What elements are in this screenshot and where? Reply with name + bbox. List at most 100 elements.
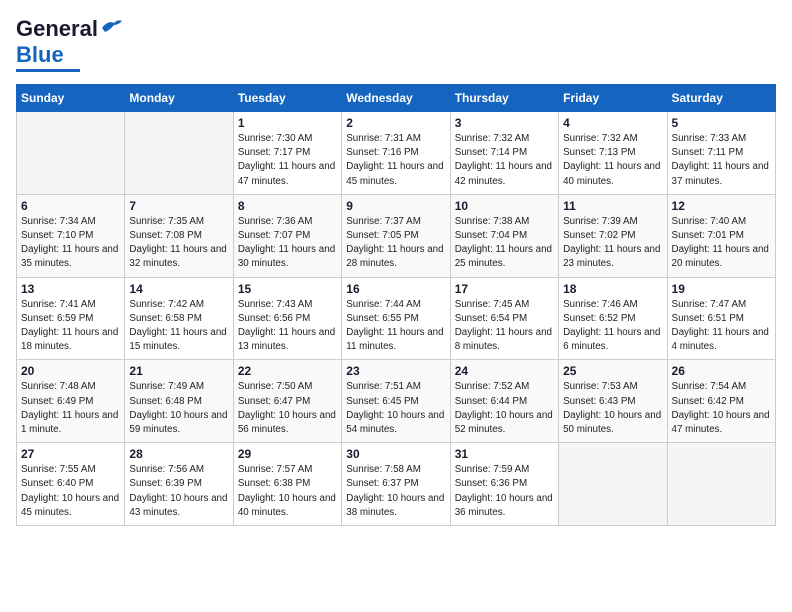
calendar-cell: 22 Sunrise: 7:50 AM Sunset: 6:47 PM Dayli…	[233, 360, 341, 443]
calendar-cell: 10 Sunrise: 7:38 AM Sunset: 7:04 PM Dayli…	[450, 194, 558, 277]
calendar-cell: 19 Sunrise: 7:47 AM Sunset: 6:51 PM Dayli…	[667, 277, 775, 360]
col-header-sunday: Sunday	[17, 85, 125, 112]
day-detail: Sunrise: 7:45 AM Sunset: 6:54 PM Dayligh…	[455, 298, 554, 355]
calendar-cell: 26 Sunrise: 7:54 AM Sunset: 6:42 PM Dayli…	[667, 360, 775, 443]
day-detail: Sunrise: 7:39 AM Sunset: 7:02 PM Dayligh…	[563, 215, 662, 272]
day-number: 13	[21, 282, 120, 296]
day-detail: Sunrise: 7:42 AM Sunset: 6:58 PM Dayligh…	[129, 298, 228, 355]
day-number: 26	[672, 364, 771, 378]
calendar-cell: 20 Sunrise: 7:48 AM Sunset: 6:49 PM Dayli…	[17, 360, 125, 443]
logo-general: General	[16, 16, 98, 42]
day-number: 23	[346, 364, 445, 378]
day-detail: Sunrise: 7:58 AM Sunset: 6:37 PM Dayligh…	[346, 463, 445, 520]
day-detail: Sunrise: 7:46 AM Sunset: 6:52 PM Dayligh…	[563, 298, 662, 355]
day-detail: Sunrise: 7:50 AM Sunset: 6:47 PM Dayligh…	[238, 380, 337, 437]
day-detail: Sunrise: 7:54 AM Sunset: 6:42 PM Dayligh…	[672, 380, 771, 437]
col-header-friday: Friday	[559, 85, 667, 112]
day-number: 22	[238, 364, 337, 378]
day-number: 14	[129, 282, 228, 296]
day-number: 1	[238, 116, 337, 130]
day-detail: Sunrise: 7:36 AM Sunset: 7:07 PM Dayligh…	[238, 215, 337, 272]
calendar-cell: 28 Sunrise: 7:56 AM Sunset: 6:39 PM Dayli…	[125, 443, 233, 526]
calendar-cell: 21 Sunrise: 7:49 AM Sunset: 6:48 PM Dayli…	[125, 360, 233, 443]
day-number: 24	[455, 364, 554, 378]
day-detail: Sunrise: 7:44 AM Sunset: 6:55 PM Dayligh…	[346, 298, 445, 355]
calendar-cell: 24 Sunrise: 7:52 AM Sunset: 6:44 PM Dayli…	[450, 360, 558, 443]
day-detail: Sunrise: 7:59 AM Sunset: 6:36 PM Dayligh…	[455, 463, 554, 520]
day-number: 17	[455, 282, 554, 296]
day-detail: Sunrise: 7:55 AM Sunset: 6:40 PM Dayligh…	[21, 463, 120, 520]
calendar-cell: 13 Sunrise: 7:41 AM Sunset: 6:59 PM Dayli…	[17, 277, 125, 360]
day-number: 2	[346, 116, 445, 130]
calendar-cell: 23 Sunrise: 7:51 AM Sunset: 6:45 PM Dayli…	[342, 360, 450, 443]
calendar-cell: 31 Sunrise: 7:59 AM Sunset: 6:36 PM Dayli…	[450, 443, 558, 526]
day-number: 12	[672, 199, 771, 213]
day-number: 7	[129, 199, 228, 213]
day-detail: Sunrise: 7:49 AM Sunset: 6:48 PM Dayligh…	[129, 380, 228, 437]
calendar-cell: 5Sunrise: 7:33 AM Sunset: 7:11 PM Daylig…	[667, 112, 775, 195]
calendar-cell: 4 Sunrise: 7:32 AM Sunset: 7:13 PM Daylig…	[559, 112, 667, 195]
day-number: 19	[672, 282, 771, 296]
day-detail: Sunrise: 7:48 AM Sunset: 6:49 PM Dayligh…	[21, 380, 120, 437]
calendar-cell: 2 Sunrise: 7:31 AM Sunset: 7:16 PM Daylig…	[342, 112, 450, 195]
calendar-cell	[17, 112, 125, 195]
day-detail: Sunrise: 7:57 AM Sunset: 6:38 PM Dayligh…	[238, 463, 337, 520]
calendar-cell: 27Sunrise: 7:55 AM Sunset: 6:40 PM Dayli…	[17, 443, 125, 526]
calendar-cell	[667, 443, 775, 526]
calendar-cell	[125, 112, 233, 195]
calendar-cell: 29 Sunrise: 7:57 AM Sunset: 6:38 PM Dayli…	[233, 443, 341, 526]
day-number: 10	[455, 199, 554, 213]
calendar-cell: 15 Sunrise: 7:43 AM Sunset: 6:56 PM Dayli…	[233, 277, 341, 360]
calendar-cell: 17 Sunrise: 7:45 AM Sunset: 6:54 PM Dayli…	[450, 277, 558, 360]
day-number: 20	[21, 364, 120, 378]
col-header-saturday: Saturday	[667, 85, 775, 112]
calendar-cell	[559, 443, 667, 526]
day-detail: Sunrise: 7:40 AM Sunset: 7:01 PM Dayligh…	[672, 215, 771, 272]
day-detail: Sunrise: 7:31 AM Sunset: 7:16 PM Dayligh…	[346, 132, 445, 189]
day-number: 16	[346, 282, 445, 296]
calendar-cell: 18 Sunrise: 7:46 AM Sunset: 6:52 PM Dayli…	[559, 277, 667, 360]
day-number: 21	[129, 364, 228, 378]
day-detail: Sunrise: 7:33 AM Sunset: 7:11 PM Dayligh…	[672, 132, 771, 189]
day-detail: Sunrise: 7:37 AM Sunset: 7:05 PM Dayligh…	[346, 215, 445, 272]
calendar-table: SundayMondayTuesdayWednesdayThursdayFrid…	[16, 84, 776, 526]
day-number: 30	[346, 447, 445, 461]
calendar-cell: 14 Sunrise: 7:42 AM Sunset: 6:58 PM Dayli…	[125, 277, 233, 360]
day-number: 25	[563, 364, 662, 378]
day-number: 18	[563, 282, 662, 296]
calendar-cell: 30 Sunrise: 7:58 AM Sunset: 6:37 PM Dayli…	[342, 443, 450, 526]
day-number: 15	[238, 282, 337, 296]
day-number: 4	[563, 116, 662, 130]
day-number: 6	[21, 199, 120, 213]
calendar-cell: 7Sunrise: 7:35 AM Sunset: 7:08 PM Daylig…	[125, 194, 233, 277]
day-number: 29	[238, 447, 337, 461]
calendar-cell: 6 Sunrise: 7:34 AM Sunset: 7:10 PM Daylig…	[17, 194, 125, 277]
col-header-wednesday: Wednesday	[342, 85, 450, 112]
day-detail: Sunrise: 7:38 AM Sunset: 7:04 PM Dayligh…	[455, 215, 554, 272]
day-detail: Sunrise: 7:52 AM Sunset: 6:44 PM Dayligh…	[455, 380, 554, 437]
day-detail: Sunrise: 7:30 AM Sunset: 7:17 PM Dayligh…	[238, 132, 337, 189]
calendar-cell: 25 Sunrise: 7:53 AM Sunset: 6:43 PM Dayli…	[559, 360, 667, 443]
calendar-cell: 8Sunrise: 7:36 AM Sunset: 7:07 PM Daylig…	[233, 194, 341, 277]
page-header: General Blue	[16, 16, 776, 72]
day-detail: Sunrise: 7:56 AM Sunset: 6:39 PM Dayligh…	[129, 463, 228, 520]
day-detail: Sunrise: 7:32 AM Sunset: 7:14 PM Dayligh…	[455, 132, 554, 189]
day-number: 31	[455, 447, 554, 461]
day-detail: Sunrise: 7:53 AM Sunset: 6:43 PM Dayligh…	[563, 380, 662, 437]
day-detail: Sunrise: 7:34 AM Sunset: 7:10 PM Dayligh…	[21, 215, 120, 272]
col-header-tuesday: Tuesday	[233, 85, 341, 112]
day-detail: Sunrise: 7:43 AM Sunset: 6:56 PM Dayligh…	[238, 298, 337, 355]
day-detail: Sunrise: 7:47 AM Sunset: 6:51 PM Dayligh…	[672, 298, 771, 355]
logo-blue: Blue	[16, 42, 64, 68]
calendar-cell: 9 Sunrise: 7:37 AM Sunset: 7:05 PM Daylig…	[342, 194, 450, 277]
calendar-cell: 16 Sunrise: 7:44 AM Sunset: 6:55 PM Dayli…	[342, 277, 450, 360]
day-detail: Sunrise: 7:32 AM Sunset: 7:13 PM Dayligh…	[563, 132, 662, 189]
col-header-monday: Monday	[125, 85, 233, 112]
day-detail: Sunrise: 7:51 AM Sunset: 6:45 PM Dayligh…	[346, 380, 445, 437]
calendar-cell: 3 Sunrise: 7:32 AM Sunset: 7:14 PM Daylig…	[450, 112, 558, 195]
day-number: 3	[455, 116, 554, 130]
day-detail: Sunrise: 7:41 AM Sunset: 6:59 PM Dayligh…	[21, 298, 120, 355]
day-number: 9	[346, 199, 445, 213]
day-number: 28	[129, 447, 228, 461]
calendar-cell: 1 Sunrise: 7:30 AM Sunset: 7:17 PM Daylig…	[233, 112, 341, 195]
